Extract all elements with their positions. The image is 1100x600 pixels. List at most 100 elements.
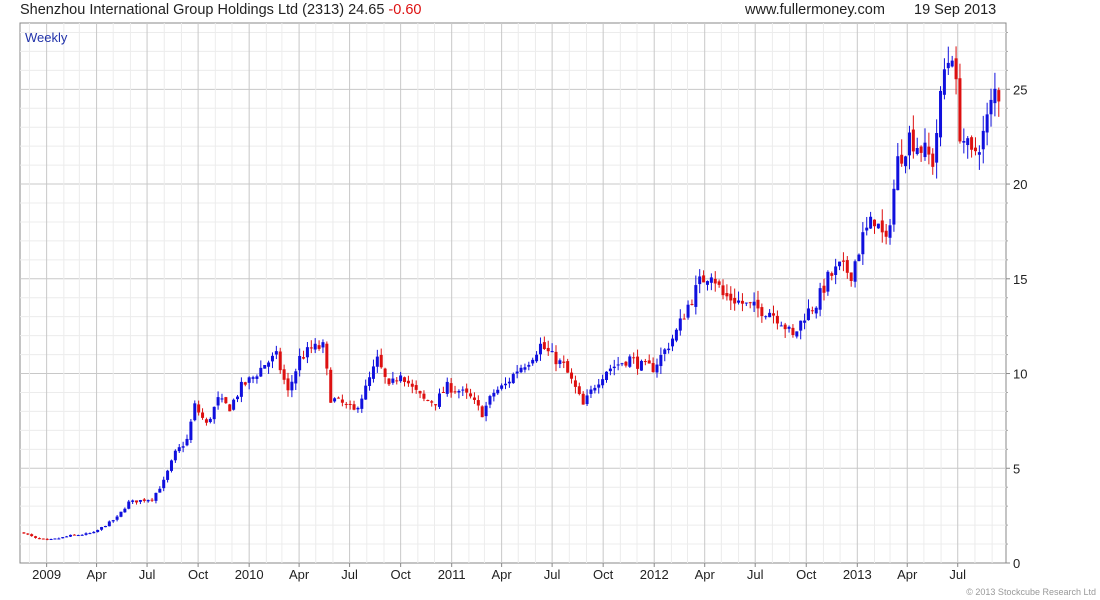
candle-body [92,531,96,534]
candle-body [26,533,30,535]
candle-body [888,225,892,238]
candle-body [612,366,616,369]
candle-body [251,377,255,379]
candle-body [239,381,243,397]
candle-body [391,378,395,383]
x-tick-label: Apr [695,567,716,582]
candle-body [375,356,379,367]
candle-body [437,393,441,407]
candle-body [772,313,776,316]
candle-body [849,272,853,281]
candle-body [135,500,139,503]
candle-body [340,399,344,403]
candle-body [958,78,962,142]
candle-body [488,396,492,405]
candle-body [593,387,597,391]
candle-body [333,398,337,402]
candle-body [22,532,26,534]
candle-body [981,130,985,150]
candle-body [876,223,880,229]
candle-body [616,364,620,366]
candle-body [329,369,333,403]
x-tick-label: 2013 [843,567,872,582]
x-tick-label: Jul [341,567,358,582]
x-tick-label: Apr [289,567,310,582]
candle-body [457,390,461,393]
candle-body [461,389,465,391]
candle-body [795,331,799,337]
candle-body [379,354,383,368]
x-tick-label: 2010 [235,567,264,582]
candle-body [216,397,220,406]
candle-body [313,343,317,350]
candle-body [88,533,92,535]
candle-body [519,367,523,373]
candle-body [480,406,484,418]
y-tick-label: 10 [1013,367,1027,382]
candle-body [639,360,643,371]
candle-body [360,398,364,409]
candle-body [146,500,150,502]
candle-body [768,312,772,318]
candle-body [158,488,162,493]
candle-body [900,154,904,164]
candle-body [997,90,1001,102]
candle-body [577,386,581,395]
candle-body [317,345,321,349]
candle-body [352,404,356,410]
candle-body [546,347,550,352]
candle-body [686,304,690,318]
candle-body [678,318,682,331]
candle-body [597,384,601,388]
candle-body [655,364,659,373]
x-tick-label: 2009 [32,567,61,582]
candle-body [185,438,189,446]
candle-body [702,275,706,283]
candle-body [465,388,469,393]
candle-body [344,403,348,405]
x-tick-label: Oct [188,567,209,582]
candle-body [779,325,783,327]
candle-body [189,421,193,441]
candle-body [371,366,375,379]
candle-body [472,397,476,400]
candle-body [123,508,127,513]
candle-body [939,90,943,138]
candle-body [469,393,473,397]
candle-body [305,347,309,358]
candle-body [228,404,232,412]
candle-body [942,69,946,95]
candle-body [169,460,173,471]
candle-body [872,219,876,227]
candle-body [511,374,515,384]
candle-body [857,254,861,262]
candle-body [150,499,154,501]
candle-body [449,383,453,393]
x-tick-label: Jul [544,567,561,582]
candle-body [810,310,814,312]
candle-body [294,371,298,384]
x-tick-label: Oct [391,567,412,582]
candle-body [395,380,399,382]
candle-body [935,133,939,163]
candle-body [406,380,410,384]
candle-body [274,351,278,355]
candle-body [993,88,997,104]
candle-body [636,356,640,369]
candle-body [84,533,88,535]
candle-body [212,406,216,420]
candle-body [659,354,663,367]
candle-body [368,377,372,386]
candle-body [589,389,593,394]
x-tick-label: Jul [139,567,156,582]
candle-body [387,378,391,385]
candle-body [915,147,919,155]
candle-body [740,300,744,304]
candle-body [96,529,100,533]
candle-body [865,227,869,231]
candle-body [72,534,76,536]
candle-body [946,62,950,69]
candle-body [325,343,329,369]
candle-body [49,539,53,541]
candle-body [628,356,632,367]
